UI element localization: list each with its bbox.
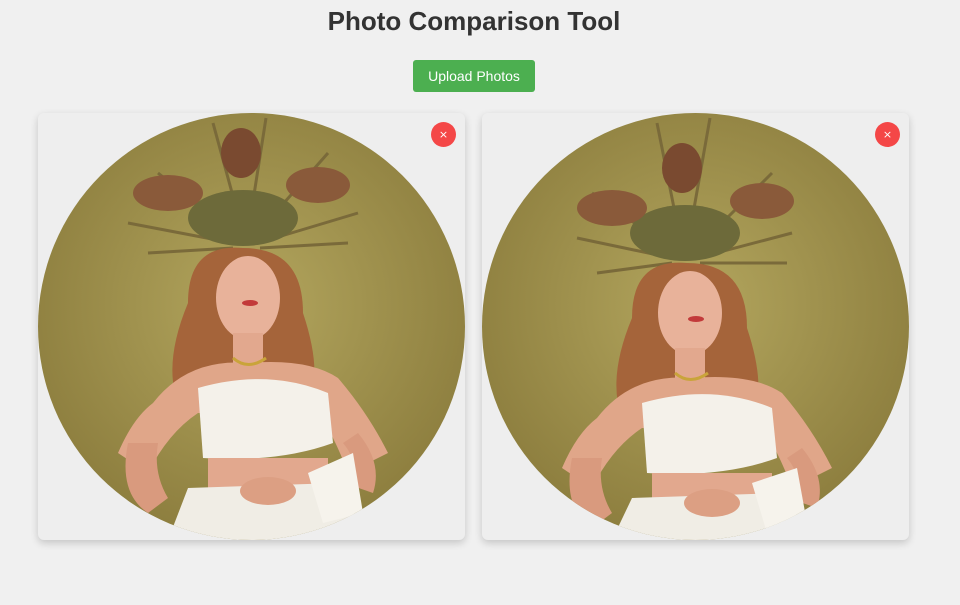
upload-photos-button[interactable]: Upload Photos (413, 60, 535, 92)
remove-photo-2-button[interactable]: × (875, 122, 900, 147)
photo-2 (482, 113, 909, 540)
close-icon: × (882, 128, 893, 141)
page-title: Photo Comparison Tool (327, 6, 621, 36)
photo-1 (38, 113, 465, 540)
photo-card-1: × (38, 113, 465, 540)
close-icon: × (438, 128, 449, 141)
remove-photo-1-button[interactable]: × (431, 122, 456, 147)
photo-card-2: × (482, 113, 909, 540)
